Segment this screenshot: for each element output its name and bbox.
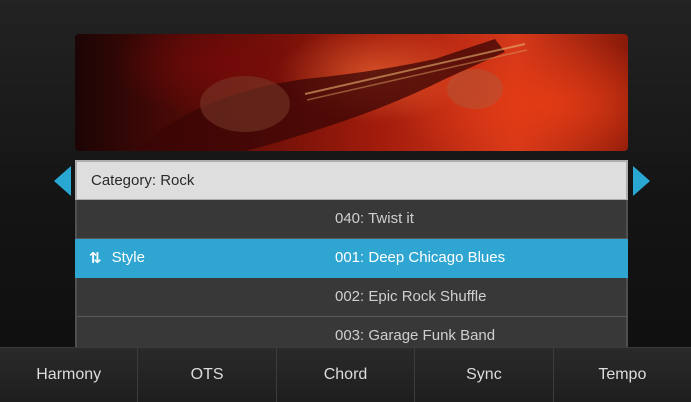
list-item[interactable]: 003: Garage Funk Band bbox=[75, 317, 628, 350]
prev-category-arrow[interactable] bbox=[54, 166, 71, 196]
category-header[interactable]: Category: Rock bbox=[75, 160, 628, 200]
sync-button[interactable]: Sync bbox=[415, 348, 554, 402]
list-item[interactable]: 040: Twist it bbox=[75, 200, 628, 239]
style-value: 002: Epic Rock Shuffle bbox=[335, 288, 487, 305]
sort-arrows-icon[interactable]: ⇅ bbox=[89, 239, 102, 277]
style-value: 001: Deep Chicago Blues bbox=[335, 249, 506, 266]
bottom-toolbar: Harmony OTS Chord Sync Tempo bbox=[0, 347, 691, 402]
tempo-button[interactable]: Tempo bbox=[554, 348, 691, 402]
next-category-arrow[interactable] bbox=[633, 166, 650, 196]
harmony-button[interactable]: Harmony bbox=[0, 348, 139, 402]
list-item[interactable]: 002: Epic Rock Shuffle bbox=[75, 278, 628, 317]
chord-button[interactable]: Chord bbox=[277, 348, 416, 402]
style-value: 040: Twist it bbox=[335, 210, 414, 227]
list-item-selected[interactable]: ⇅ Style 001: Deep Chicago Blues bbox=[75, 239, 628, 278]
style-list: Category: Rock 040: Twist it ⇅ Style 001… bbox=[75, 160, 628, 350]
style-label: Style bbox=[111, 249, 145, 266]
ots-button[interactable]: OTS bbox=[138, 348, 277, 402]
banner-image bbox=[75, 34, 628, 151]
style-value: 003: Garage Funk Band bbox=[335, 327, 496, 344]
